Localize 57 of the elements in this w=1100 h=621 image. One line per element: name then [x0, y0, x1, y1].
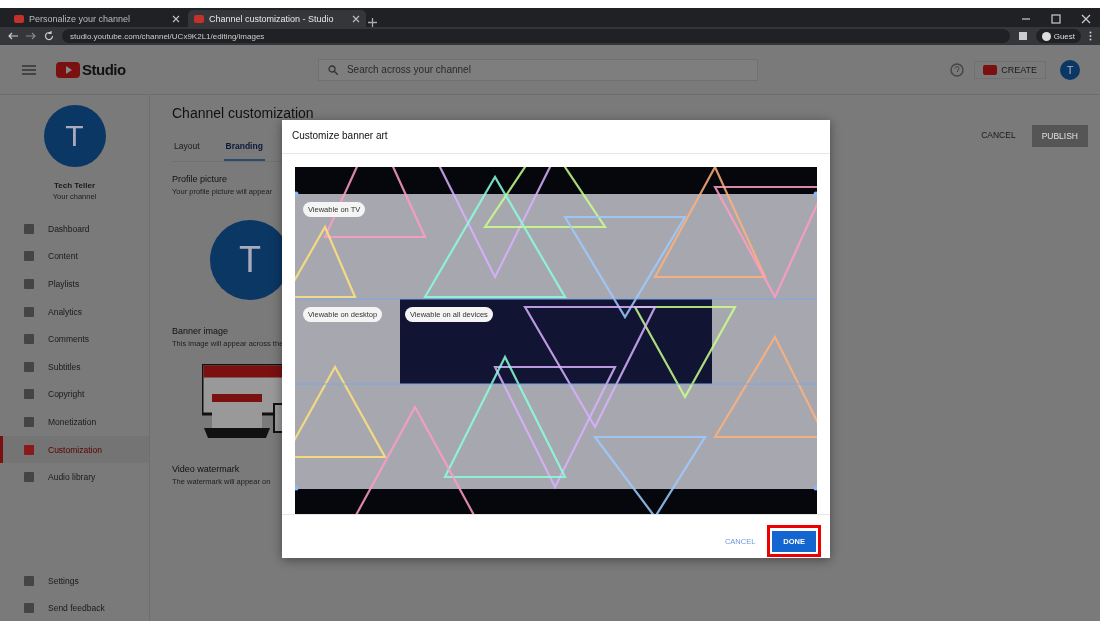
search-field[interactable]: Search across your channel [317, 58, 758, 81]
forward-arrow-icon[interactable] [26, 32, 36, 40]
square-icon [24, 361, 34, 372]
sidebar-item[interactable]: Subtitles [0, 352, 149, 381]
avatar-icon[interactable]: T [43, 105, 106, 167]
section-title: Video watermark [172, 464, 240, 474]
profile-button[interactable]: Guest [1035, 29, 1081, 43]
avatar-icon [1041, 31, 1051, 41]
square-icon [24, 472, 34, 483]
section-title: Banner image [172, 326, 229, 336]
tab[interactable]: Branding [223, 135, 265, 161]
browser-tab[interactable]: Personalize your channel [8, 10, 186, 27]
sidebar-item[interactable]: Dashboard [0, 215, 149, 243]
sidebar-item[interactable]: Analytics [0, 297, 149, 326]
play-logo-icon [56, 61, 80, 78]
avatar-icon[interactable]: T [1060, 59, 1080, 80]
create-button[interactable]: CREATE [974, 60, 1046, 79]
maximize-icon[interactable] [1051, 14, 1061, 24]
square-icon [24, 223, 34, 234]
back-arrow-icon[interactable] [8, 32, 18, 40]
sidebar-item[interactable]: Send feedback [0, 594, 149, 621]
square-icon [24, 575, 34, 586]
publish-button[interactable]: PUBLISH [1031, 125, 1088, 147]
square-icon [24, 416, 34, 427]
close-icon[interactable] [352, 14, 360, 23]
page-title: Channel customization [172, 105, 314, 121]
dialog-title: Customize banner art [282, 120, 830, 154]
square-icon [24, 251, 34, 262]
sidebar-item[interactable]: Comments [0, 325, 149, 353]
close-icon[interactable] [172, 14, 180, 23]
channel-name: Tech Teller [53, 181, 96, 190]
sidebar-item[interactable]: Settings [0, 567, 149, 594]
sidebar-item[interactable]: Copyright [0, 380, 149, 409]
sidebar-item[interactable]: Content [0, 242, 149, 271]
square-icon [24, 389, 34, 400]
sidebar-item[interactable]: Monetization [0, 408, 149, 436]
browser-tab[interactable]: Channel customization - Studio [188, 10, 366, 27]
close-icon[interactable] [1081, 14, 1091, 24]
cancel-button[interactable]: CANCEL [975, 129, 1022, 141]
favicon-icon [14, 14, 24, 23]
square-icon [24, 334, 34, 345]
sidebar-item[interactable]: Customization [0, 435, 149, 464]
section-title: Profile picture [172, 174, 228, 184]
logo-text: Studio [82, 61, 126, 78]
sidebar-item[interactable]: Playlists [0, 270, 149, 298]
sidebar-item[interactable]: Audio library [0, 463, 149, 491]
more-icon[interactable] [1089, 31, 1092, 41]
square-icon [24, 444, 34, 455]
search-icon [327, 64, 338, 75]
tab[interactable]: Layout [172, 135, 202, 161]
square-icon [24, 279, 34, 289]
square-icon [24, 306, 34, 317]
address-bar[interactable]: studio.youtube.com/channel/UCx9K2L1/editing/images [62, 29, 1010, 43]
plus-icon[interactable] [368, 18, 377, 27]
square-icon [24, 602, 34, 613]
reload-icon[interactable] [44, 31, 54, 41]
favicon-icon [194, 14, 204, 23]
